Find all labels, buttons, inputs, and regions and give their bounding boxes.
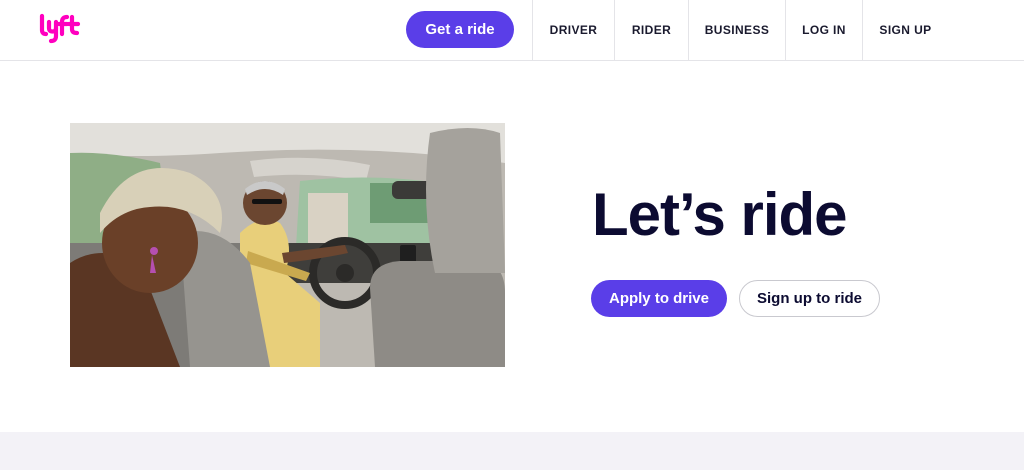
- hero-photo: [70, 123, 505, 367]
- nav-sign-up[interactable]: SIGN UP: [862, 0, 948, 60]
- lyft-logo-icon: [39, 13, 81, 44]
- hero-headline: Let’s ride: [592, 181, 848, 248]
- nav-business[interactable]: BUSINESS: [688, 0, 785, 60]
- nav-driver[interactable]: DRIVER: [532, 0, 614, 60]
- nav-rider[interactable]: RIDER: [614, 0, 688, 60]
- get-a-ride-button[interactable]: Get a ride: [406, 11, 514, 48]
- next-section-band: [0, 432, 1024, 470]
- apply-to-drive-button[interactable]: Apply to drive: [591, 280, 727, 317]
- site-header: Get a ride DRIVER RIDER BUSINESS LOG IN …: [0, 0, 1024, 61]
- sign-up-to-ride-button[interactable]: Sign up to ride: [739, 280, 880, 317]
- passenger-and-driver-photo-icon: [70, 123, 505, 367]
- lyft-logo[interactable]: [38, 13, 82, 45]
- nav-log-in[interactable]: LOG IN: [785, 0, 862, 60]
